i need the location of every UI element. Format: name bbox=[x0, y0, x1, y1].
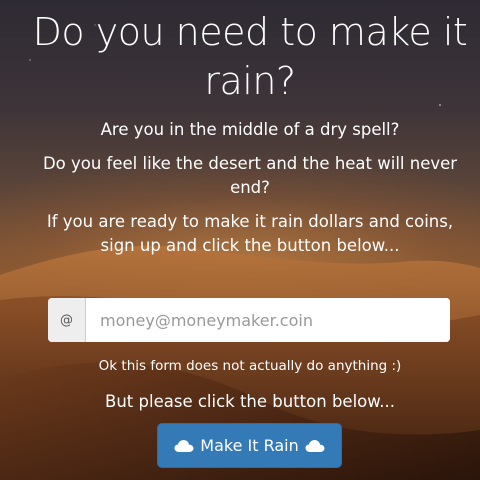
hero-line-dry-spell: Are you in the middle of a dry spell? bbox=[100, 120, 400, 139]
email-input[interactable] bbox=[86, 298, 450, 342]
hero-line-desert-heat: Do you feel like the desert and the heat… bbox=[42, 154, 458, 197]
cloud-icon bbox=[305, 439, 325, 453]
button-label: Make It Rain bbox=[200, 436, 299, 455]
at-sign-addon: @ bbox=[48, 298, 86, 342]
cloud-icon bbox=[174, 439, 194, 453]
page-title: Do you need to make it rain? bbox=[32, 10, 468, 103]
form-disclaimer: Ok this form does not actually do anythi… bbox=[98, 358, 402, 374]
hero-line-sign-up: If you are ready to make it rain dollars… bbox=[46, 212, 454, 255]
make-it-rain-button[interactable]: Make It Rain bbox=[157, 423, 342, 468]
email-input-group: @ bbox=[48, 298, 450, 342]
click-prompt: But please click the button below... bbox=[105, 392, 395, 411]
